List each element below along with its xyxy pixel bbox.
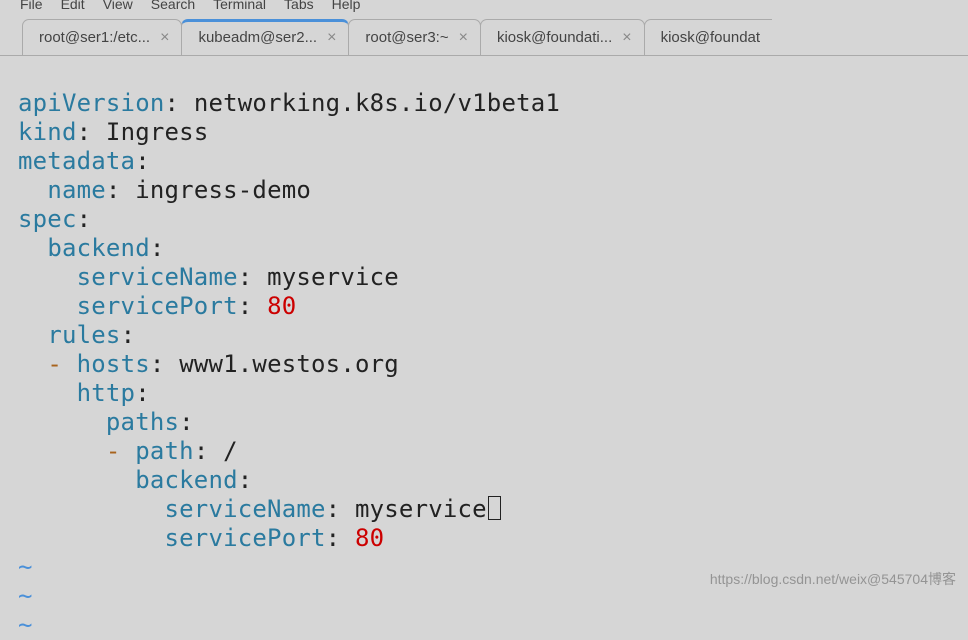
menu-edit[interactable]: Edit — [61, 0, 85, 12]
yaml-key: rules — [47, 321, 120, 349]
menu-file[interactable]: File — [20, 0, 43, 12]
yaml-key: servicePort — [77, 292, 238, 320]
yaml-dash: - — [106, 437, 121, 465]
yaml-value: Ingress — [106, 118, 209, 146]
yaml-key: paths — [106, 408, 179, 436]
yaml-key: name — [47, 176, 106, 204]
yaml-value: myservice — [355, 495, 487, 523]
tab-label: kiosk@foundat — [661, 29, 760, 46]
yaml-dash: - — [47, 350, 62, 378]
yaml-value: ingress-demo — [135, 176, 311, 204]
yaml-key: http — [77, 379, 136, 407]
menu-search[interactable]: Search — [151, 0, 195, 12]
tab-label: kubeadm@ser2... — [198, 29, 317, 46]
tab-foundation-1[interactable]: kiosk@foundati... × — [480, 19, 645, 55]
tab-ser1[interactable]: root@ser1:/etc... × — [22, 19, 182, 55]
watermark: https://blog.csdn.net/weix@545704博客 — [710, 569, 956, 589]
menu-tabs[interactable]: Tabs — [284, 0, 314, 12]
yaml-value: networking.k8s.io/v1beta1 — [194, 89, 560, 117]
yaml-key: servicePort — [165, 524, 326, 552]
yaml-number: 80 — [267, 292, 296, 320]
yaml-key: backend — [47, 234, 150, 262]
tab-ser2[interactable]: kubeadm@ser2... × — [181, 19, 349, 55]
tab-label: root@ser1:/etc... — [39, 29, 150, 46]
tab-label: root@ser3:~ — [365, 29, 448, 46]
yaml-key: backend — [135, 466, 238, 494]
yaml-value: / — [223, 437, 238, 465]
close-icon[interactable]: × — [327, 30, 336, 46]
tab-ser3[interactable]: root@ser3:~ × — [348, 19, 481, 55]
tab-foundation-2[interactable]: kiosk@foundat — [644, 19, 772, 55]
close-icon[interactable]: × — [622, 30, 631, 46]
yaml-value: www1.westos.org — [179, 350, 399, 378]
yaml-number: 80 — [355, 524, 384, 552]
yaml-key: hosts — [77, 350, 150, 378]
menubar: File Edit View Search Terminal Tabs Help — [0, 0, 968, 8]
yaml-key: kind — [18, 118, 77, 146]
yaml-key: serviceName — [165, 495, 326, 523]
vim-tilde: ~ — [18, 582, 33, 610]
editor-pane[interactable]: apiVersion: networking.k8s.io/v1beta1 ki… — [0, 56, 968, 640]
menu-terminal[interactable]: Terminal — [213, 0, 266, 12]
yaml-value: myservice — [267, 263, 399, 291]
tab-label: kiosk@foundati... — [497, 29, 612, 46]
tabs-row: root@ser1:/etc... × kubeadm@ser2... × ro… — [0, 8, 968, 56]
yaml-key: spec — [18, 205, 77, 233]
menu-help[interactable]: Help — [332, 0, 361, 12]
close-icon[interactable]: × — [160, 30, 169, 46]
yaml-key: path — [135, 437, 194, 465]
vim-tilde: ~ — [18, 553, 33, 581]
yaml-key: apiVersion — [18, 89, 165, 117]
text-cursor — [488, 496, 501, 520]
yaml-key: metadata — [18, 147, 135, 175]
close-icon[interactable]: × — [459, 30, 468, 46]
yaml-key: serviceName — [77, 263, 238, 291]
menu-view[interactable]: View — [103, 0, 133, 12]
vim-tilde: ~ — [18, 611, 33, 639]
